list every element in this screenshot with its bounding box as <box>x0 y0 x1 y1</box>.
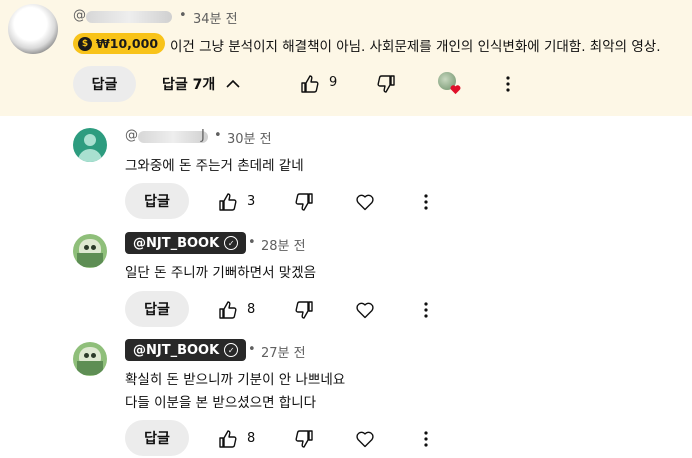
reply-text-line-2: 다들 이분을 본 받으셨으면 합니다 <box>125 395 317 411</box>
avatar-book <box>77 253 103 267</box>
reply-author-tail: J <box>201 128 205 143</box>
thumbs-up-icon[interactable] <box>218 192 238 212</box>
author-avatar[interactable] <box>8 4 58 54</box>
replies-count-label: 답글 7개 <box>162 77 216 93</box>
super-thanks-badge: $ ₩10,000 <box>73 33 166 54</box>
avatar-head <box>84 134 96 146</box>
separator-dot: • <box>179 8 187 23</box>
verified-check-icon: ✓ <box>224 343 239 357</box>
avatar-book <box>77 361 103 375</box>
heart-outline-icon[interactable] <box>355 429 375 449</box>
thumbs-down-icon[interactable] <box>294 429 314 449</box>
like-count: 8 <box>247 302 256 317</box>
reply-text: 일단 돈 주니까 기뻐하면서 맞겠음 <box>125 265 317 281</box>
reply-text-line-1: 확실히 돈 받으니까 기분이 안 나쁘네요 <box>125 372 346 388</box>
comment-text: 이건 그냥 분석이지 해결책이 아님. 사회문제를 개인의 인식변화에 기대함.… <box>170 39 661 55</box>
comment-author[interactable]: @ <box>73 8 86 23</box>
avatar-body <box>78 149 102 162</box>
thumbs-down-icon[interactable] <box>294 300 314 320</box>
thumbs-down-icon[interactable] <box>294 192 314 212</box>
avatar-eye <box>91 353 96 358</box>
separator-dot: • <box>214 128 222 143</box>
like-count: 8 <box>247 431 256 446</box>
reply-avatar[interactable] <box>73 342 107 376</box>
super-thanks-amount: ₩10,000 <box>96 36 159 51</box>
reply-author[interactable]: @ <box>125 128 138 143</box>
reply-author: @NJT_BOOK <box>133 342 220 358</box>
thumbs-up-icon[interactable] <box>218 300 238 320</box>
separator-dot: • <box>248 342 256 357</box>
reply-button[interactable]: 답글 <box>125 291 189 327</box>
channel-owner-chip[interactable]: @NJT_BOOK ✓ <box>125 339 247 361</box>
separator-dot: • <box>248 235 256 250</box>
reply-button[interactable]: 답글 <box>125 183 189 219</box>
creator-heart-icon <box>450 85 461 95</box>
highlighted-comment: @ • 34분 전 $ ₩10,000 이건 그냥 분석이지 해결책이 아님. … <box>0 0 692 116</box>
chevron-up-icon <box>226 79 240 88</box>
more-vert-icon[interactable] <box>416 300 436 320</box>
more-vert-icon[interactable] <box>416 192 436 212</box>
like-count: 9 <box>329 75 338 90</box>
reply-time[interactable]: 28분 전 <box>261 235 306 254</box>
comment-time[interactable]: 34분 전 <box>193 8 238 27</box>
avatar-eye <box>84 245 89 250</box>
blurred-name <box>138 131 208 143</box>
verified-check-icon: ✓ <box>224 236 239 250</box>
reply-time[interactable]: 30분 전 <box>227 128 272 147</box>
blurred-name <box>86 11 172 23</box>
thumbs-up-icon[interactable] <box>218 429 238 449</box>
reply-avatar[interactable] <box>73 234 107 268</box>
reply-author: @NJT_BOOK <box>133 235 220 251</box>
reply-button[interactable]: 답글 <box>125 420 189 456</box>
replies-toggle-button[interactable]: 답글 7개 <box>162 66 241 102</box>
channel-owner-chip[interactable]: @NJT_BOOK ✓ <box>125 232 247 254</box>
like-count: 3 <box>247 194 256 209</box>
thumbs-down-icon[interactable] <box>376 74 396 94</box>
heart-outline-icon[interactable] <box>355 192 375 212</box>
more-vert-icon[interactable] <box>498 74 518 94</box>
avatar-eye <box>84 353 89 358</box>
reply-button[interactable]: 답글 <box>73 66 136 102</box>
money-icon: $ <box>78 36 92 51</box>
reply-avatar[interactable] <box>73 128 107 162</box>
reply-text: 그와중에 돈 주는거 촌데레 같네 <box>125 158 304 174</box>
thumbs-up-icon[interactable] <box>300 74 320 94</box>
more-vert-icon[interactable] <box>416 429 436 449</box>
avatar-eye <box>91 245 96 250</box>
heart-outline-icon[interactable] <box>355 300 375 320</box>
reply-time[interactable]: 27분 전 <box>261 342 306 361</box>
